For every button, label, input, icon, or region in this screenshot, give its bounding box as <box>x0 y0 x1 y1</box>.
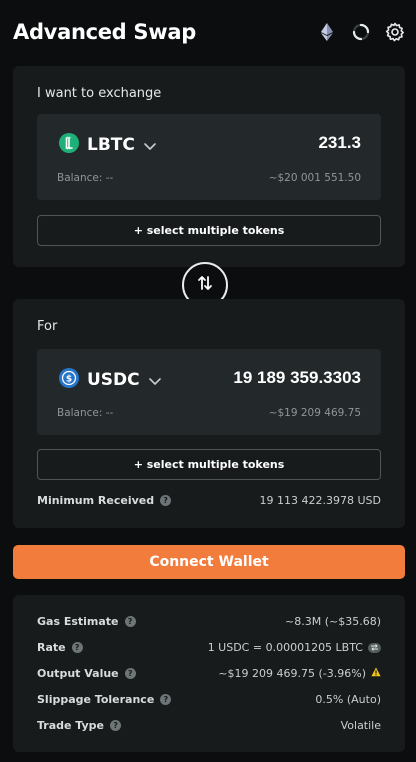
from-token-symbol: LBTC <box>87 135 135 155</box>
rate-value: 1 USDC = 0.00001205 LBTC <box>207 641 363 654</box>
gas-estimate-label: Gas Estimate <box>37 615 119 628</box>
swap-arrows-icon <box>196 274 214 296</box>
header: Advanced Swap <box>13 16 405 48</box>
output-value-row: Output Value ? ~$19 209 469.75 (-3.96%) <box>37 667 381 680</box>
to-token-selector[interactable]: $ USDC <box>59 367 162 393</box>
slippage-value[interactable]: 0.5% (Auto) <box>315 693 381 706</box>
exchange-to-panel: For $ USDC Balance: -- ~$19 209 469.75 +… <box>13 299 405 528</box>
to-usd-value: ~$19 209 469.75 <box>268 407 361 419</box>
trade-details-panel: Gas Estimate ? ~8.3M (~$35.68) Rate ? 1 … <box>13 595 405 752</box>
minimum-received-value: 19 113 422.3978 USD <box>259 494 381 507</box>
help-icon[interactable]: ? <box>124 616 136 627</box>
slippage-label: Slippage Tolerance <box>37 693 155 706</box>
usdc-icon: $ <box>59 368 79 392</box>
output-value-value: ~$19 209 469.75 (-3.96%) <box>218 667 366 680</box>
to-amount-input[interactable] <box>161 368 361 388</box>
from-balance: Balance: -- <box>57 172 114 184</box>
to-token-symbol: USDC <box>87 370 140 390</box>
page-title: Advanced Swap <box>13 20 196 44</box>
chevron-down-icon <box>148 371 162 390</box>
warning-icon <box>371 667 381 680</box>
gas-estimate-row: Gas Estimate ? ~8.3M (~$35.68) <box>37 615 381 628</box>
to-select-multiple-button[interactable]: + select multiple tokens <box>37 449 381 480</box>
header-icons <box>317 22 405 42</box>
from-token-selector[interactable]: LBTC <box>59 132 157 158</box>
to-section-label: For <box>37 319 58 334</box>
svg-text:$: $ <box>66 375 72 385</box>
to-token-box: $ USDC Balance: -- ~$19 209 469.75 <box>37 349 381 435</box>
trade-type-row: Trade Type ? Volatile <box>37 719 381 732</box>
rate-row: Rate ? 1 USDC = 0.00001205 LBTC <box>37 641 381 654</box>
trade-type-label: Trade Type <box>37 719 105 732</box>
help-icon[interactable]: ? <box>160 495 172 506</box>
from-amount-input[interactable] <box>161 133 361 153</box>
from-select-multiple-button[interactable]: + select multiple tokens <box>37 215 381 246</box>
exchange-from-panel: I want to exchange LBTC Balance: -- ~$20… <box>13 66 405 267</box>
from-section-label: I want to exchange <box>37 86 162 101</box>
connect-wallet-button[interactable]: Connect Wallet <box>13 545 405 579</box>
rate-label: Rate <box>37 641 66 654</box>
to-balance: Balance: -- <box>57 407 114 419</box>
help-icon[interactable]: ? <box>110 720 122 731</box>
output-value-label: Output Value <box>37 667 119 680</box>
chevron-down-icon <box>143 136 157 155</box>
from-token-box: LBTC Balance: -- ~$20 001 551.50 <box>37 114 381 200</box>
help-icon[interactable]: ? <box>124 668 136 679</box>
help-icon[interactable]: ? <box>160 694 172 705</box>
gear-icon[interactable] <box>385 22 405 42</box>
trade-type-value: Volatile <box>340 719 381 732</box>
slippage-row: Slippage Tolerance ? 0.5% (Auto) <box>37 693 381 706</box>
swap-rate-icon[interactable] <box>368 642 381 653</box>
minimum-received-label: Minimum Received <box>37 494 155 507</box>
refresh-icon[interactable] <box>351 22 371 42</box>
ethereum-icon[interactable] <box>317 22 337 42</box>
help-icon[interactable]: ? <box>71 642 83 653</box>
gas-estimate-value: ~8.3M (~$35.68) <box>285 615 381 628</box>
minimum-received-row: Minimum Received ? 19 113 422.3978 USD <box>37 494 381 507</box>
lbtc-icon <box>59 133 79 157</box>
from-usd-value: ~$20 001 551.50 <box>268 172 361 184</box>
